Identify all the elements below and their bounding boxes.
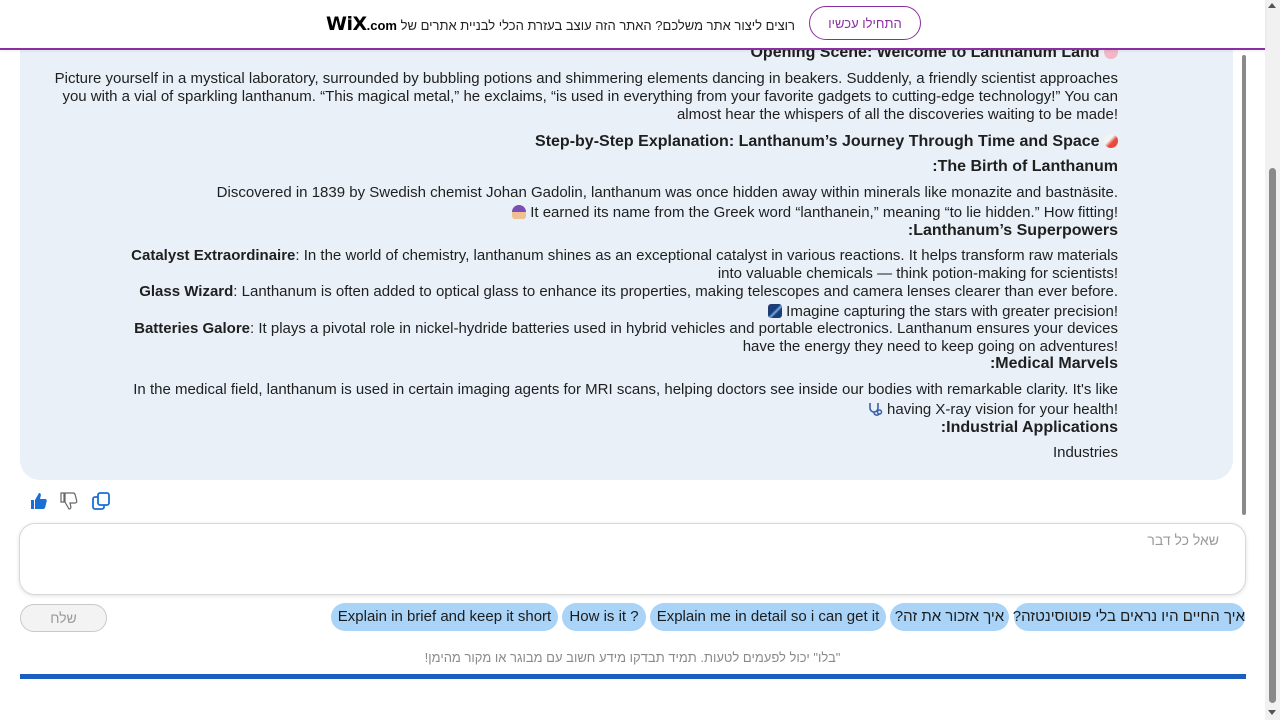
birth-text: Discovered in 1839 by Swedish chemist Jo… <box>216 184 1118 221</box>
chat-input-box[interactable] <box>19 523 1246 595</box>
bottom-accent-bar <box>20 674 1246 679</box>
rocket-icon <box>1104 134 1118 148</box>
birth-heading: The Birth of Lanthanum: <box>932 158 1118 175</box>
medical-heading: Medical Marvels: <box>989 355 1118 372</box>
scroll-down-arrow-icon[interactable] <box>1268 710 1276 715</box>
industrial-text: Industries <box>1052 444 1118 461</box>
chat-input[interactable] <box>47 530 1221 586</box>
thumbs-down-icon[interactable] <box>59 491 79 511</box>
start-now-button[interactable]: התחילו עכשיו <box>809 6 921 40</box>
step-heading: Step-by-Step Explanation: Lanthanum’s Jo… <box>54 133 1118 151</box>
chat-scroll-thumb[interactable] <box>1242 55 1246 515</box>
opening-text: Picture yourself in a mystical laborator… <box>54 70 1118 123</box>
banner-text-prefix: רוצים ליצור אתר משלכם? האתר הזה עוצב בעז… <box>400 18 795 33</box>
banner-text: רוצים ליצור אתר משלכם? האתר הזה עוצב בעז… <box>326 13 795 35</box>
suggestion-chip-detail[interactable]: Explain me in detail so i can get it <box>650 603 886 631</box>
glass-item: Glass Wizard: Lanthanum is often added t… <box>139 283 1118 320</box>
wix-logo: WiX <box>326 13 367 35</box>
copy-icon[interactable] <box>91 491 111 511</box>
catalyst-item: Catalyst Extraordinaire: In the world of… <box>131 247 1118 282</box>
suggestion-chip-photosynthesis[interactable]: איך החיים היו נראים בלי פוטוסינטזה? <box>1013 603 1245 631</box>
thumbs-up-icon[interactable] <box>29 491 49 511</box>
wix-banner: רוצים ליצור אתר משלכם? האתר הזה עוצב בעז… <box>0 0 1265 50</box>
suggestion-chip-how[interactable]: How is it ? <box>562 603 646 631</box>
page-scroll-thumb[interactable] <box>1269 168 1276 703</box>
industrial-heading: Industrial Applications: <box>940 419 1118 436</box>
page-scrollbar[interactable] <box>1265 0 1280 720</box>
batteries-item: Batteries Galore: It plays a pivotal rol… <box>134 320 1118 355</box>
disclaimer: "בלו" יכול לפעמים לטעות. תמיד תבדקו מידע… <box>424 650 841 665</box>
telescope-icon <box>767 304 782 318</box>
suggestion-chip-brief[interactable]: Explain in brief and keep it short <box>331 603 558 631</box>
scroll-up-arrow-icon[interactable] <box>1268 3 1276 8</box>
superpowers-heading: Lanthanum’s Superpowers: <box>907 222 1118 239</box>
mage-icon <box>512 205 527 219</box>
bot-message-bubble: Opening Scene: Welcome to Lanthanum Land… <box>20 30 1233 480</box>
wix-com: .com <box>366 18 397 33</box>
suggestion-chip-remember[interactable]: איך אזכור את זה? <box>890 603 1009 631</box>
medical-text: In the medical field, lanthanum is used … <box>54 381 1118 422</box>
send-button[interactable]: שלח <box>20 604 107 632</box>
